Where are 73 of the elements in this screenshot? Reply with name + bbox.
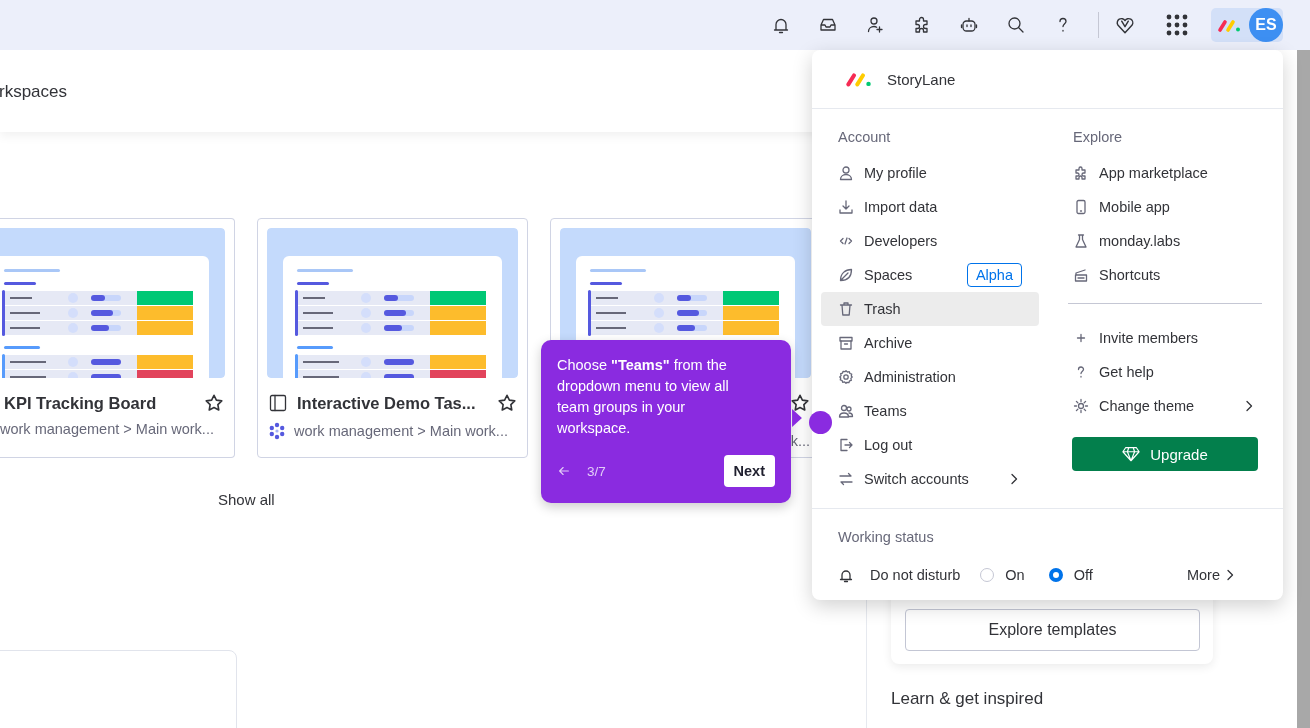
menu-item[interactable]: Import data xyxy=(821,190,1039,224)
menu-item[interactable]: My profile xyxy=(821,156,1039,190)
puzzle-icon xyxy=(1073,165,1089,181)
trash-icon xyxy=(838,301,854,317)
gear-icon xyxy=(838,369,854,385)
explore-templates-button[interactable]: Explore templates xyxy=(905,609,1200,651)
leaf-icon xyxy=(838,267,854,283)
menu-item[interactable]: Developers xyxy=(821,224,1039,258)
menu-item[interactable]: Shortcuts xyxy=(1068,258,1262,292)
more-link[interactable]: More xyxy=(1186,567,1238,583)
sun-icon xyxy=(1073,398,1089,414)
keyboard-icon xyxy=(1073,267,1089,283)
workspace-icon xyxy=(267,421,287,441)
section-heading: Explore xyxy=(1072,128,1124,147)
breadcrumb-text: k... xyxy=(790,433,810,449)
menu-item[interactable]: Mobile app xyxy=(1068,190,1262,224)
upgrade-button[interactable]: Upgrade xyxy=(1072,437,1258,471)
menu-item[interactable]: Administration xyxy=(821,360,1039,394)
breadcrumb-text: work management > Main work... xyxy=(0,421,214,437)
menu-item[interactable]: Change theme xyxy=(1068,389,1262,423)
section-heading: Learn & get inspired xyxy=(891,689,1045,709)
search-icon xyxy=(1006,15,1026,35)
logo-icon xyxy=(845,70,873,88)
archive-icon xyxy=(838,335,854,351)
board-title: KPI Tracking Board xyxy=(4,393,157,413)
person-icon xyxy=(838,165,854,181)
board-icon xyxy=(268,393,288,413)
grid-icon xyxy=(1165,13,1189,37)
menu-item[interactable]: Teams xyxy=(821,394,1039,428)
page-title: rkspaces xyxy=(0,82,68,102)
breadcrumb-text: work management > Main work... xyxy=(294,423,508,439)
menu-item[interactable]: Log out xyxy=(821,428,1039,462)
show-all-button[interactable]: Show all xyxy=(218,491,275,508)
diamond-icon xyxy=(1122,445,1141,463)
status-label: Do not disturb xyxy=(870,567,961,583)
person-add-icon xyxy=(865,15,885,35)
next-button[interactable]: Next xyxy=(723,455,775,487)
alpha-badge: Alpha xyxy=(966,263,1022,287)
robot-icon xyxy=(959,15,979,35)
star-icon xyxy=(497,393,517,413)
menu-item[interactable]: monday.labs xyxy=(1068,224,1262,258)
star-icon xyxy=(790,393,810,413)
account-name: StoryLane xyxy=(887,70,956,88)
swap-arrows-icon xyxy=(838,471,854,487)
star-icon xyxy=(204,393,224,413)
phone-icon xyxy=(1073,199,1089,215)
menu-item[interactable]: Archive xyxy=(821,326,1039,360)
logout-icon xyxy=(838,437,854,453)
menu-item[interactable]: Invite members xyxy=(1068,321,1262,355)
arrow-left-icon xyxy=(557,464,571,478)
radio-option[interactable]: On xyxy=(980,567,1025,583)
bell-icon xyxy=(838,567,854,583)
menu-item[interactable]: App marketplace xyxy=(1068,156,1262,190)
flask-icon xyxy=(1073,233,1089,249)
step-counter: 3/7 xyxy=(587,463,606,479)
section-heading: Working status xyxy=(838,528,935,547)
menu-item[interactable]: Get help xyxy=(1068,355,1262,389)
tooltip-text: Choose "Teams" from the dropdown menu to view all team groups in your workspace. xyxy=(557,356,730,438)
menu-item[interactable]: Switch accounts xyxy=(821,462,1039,496)
logo-icon xyxy=(1217,17,1242,33)
back-button[interactable] xyxy=(557,464,571,478)
board-card[interactable]: KPI Tracking Board work management > Main work... xyxy=(0,218,235,458)
scrollbar[interactable] xyxy=(1297,50,1310,728)
radio-option[interactable]: Off xyxy=(1048,567,1093,583)
people-icon xyxy=(838,403,854,419)
board-card[interactable]: Interactive Demo Tas... work management > Main work... xyxy=(257,218,528,458)
radio-button[interactable] xyxy=(1048,568,1063,582)
avatar: ES xyxy=(1249,8,1283,42)
section-heading: Account xyxy=(837,128,892,147)
menu-item[interactable]: Spaces Alpha xyxy=(821,258,1039,292)
menu-item[interactable]: Trash xyxy=(821,292,1039,326)
download-icon xyxy=(838,199,854,215)
board-title: Interactive Demo Tas... xyxy=(297,393,476,413)
